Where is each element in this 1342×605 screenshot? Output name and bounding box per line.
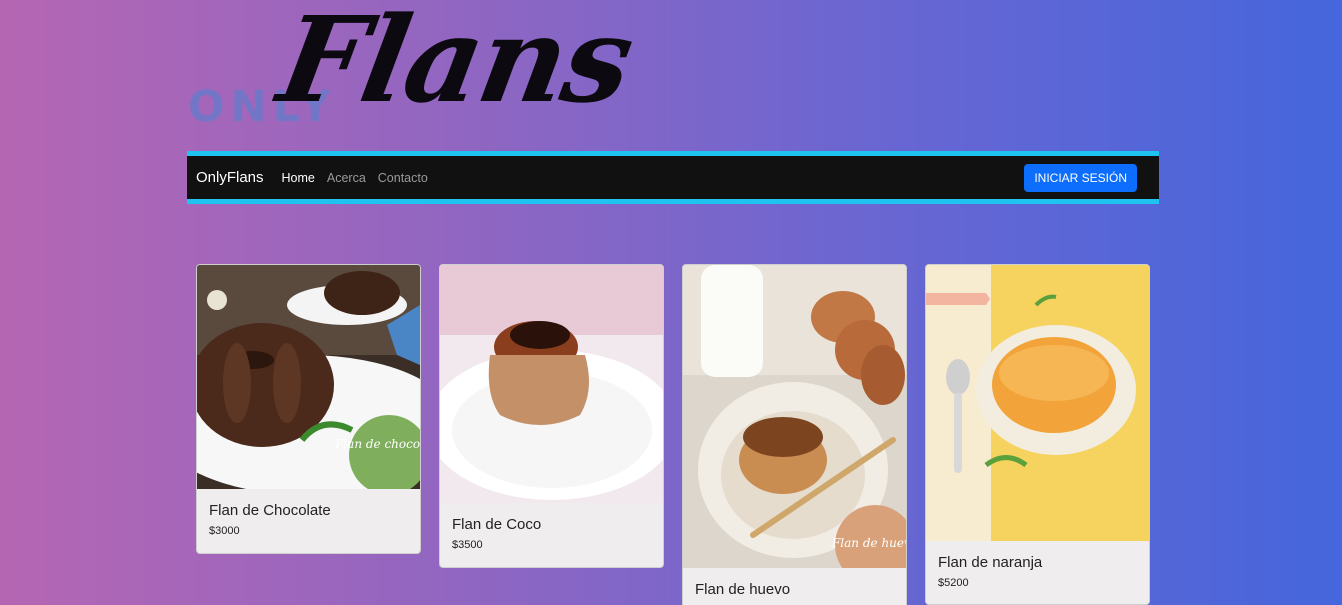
product-price: $3500 — [452, 539, 483, 551]
site-logo: ONLY Flans — [186, 0, 686, 148]
login-button[interactable]: INICIAR SESIÓN — [1024, 163, 1137, 192]
product-price: $3000 — [209, 525, 240, 537]
product-title: Flan de huevo — [695, 581, 791, 598]
nav-links: Home Acerca Contacto — [282, 171, 428, 185]
product-title: Flan de Chocolate — [209, 502, 331, 519]
product-card-chocolate[interactable]: Flan de chocolate Flan de Chocolate $300… — [196, 264, 421, 554]
navbar-brand[interactable]: OnlyFlans — [196, 169, 264, 186]
product-price: $5200 — [938, 577, 969, 589]
product-image-coco — [440, 265, 663, 503]
navbar: OnlyFlans Home Acerca Contacto INICIAR S… — [187, 151, 1159, 204]
product-card-coco[interactable]: Flan de Coco $3500 — [439, 264, 664, 568]
product-image-naranja — [926, 265, 1149, 541]
product-image-chocolate: Flan de chocolate — [197, 265, 420, 489]
product-title: Flan de Coco — [452, 516, 542, 533]
logo-flans-text: Flans — [269, 0, 642, 129]
image-badge-text: Flan de chocolate — [334, 437, 420, 451]
image-badge-text: Flan de huevo — [831, 536, 906, 550]
nav-link-acerca[interactable]: Acerca — [327, 171, 366, 185]
product-card-naranja[interactable]: Flan de naranja $5200 — [925, 264, 1150, 605]
nav-link-contacto[interactable]: Contacto — [378, 171, 428, 185]
nav-link-home[interactable]: Home — [282, 171, 315, 185]
product-title: Flan de naranja — [938, 554, 1043, 571]
product-card-huevo[interactable]: Flan de huevo Flan de huevo — [682, 264, 907, 605]
product-image-huevo: Flan de huevo — [683, 265, 906, 568]
